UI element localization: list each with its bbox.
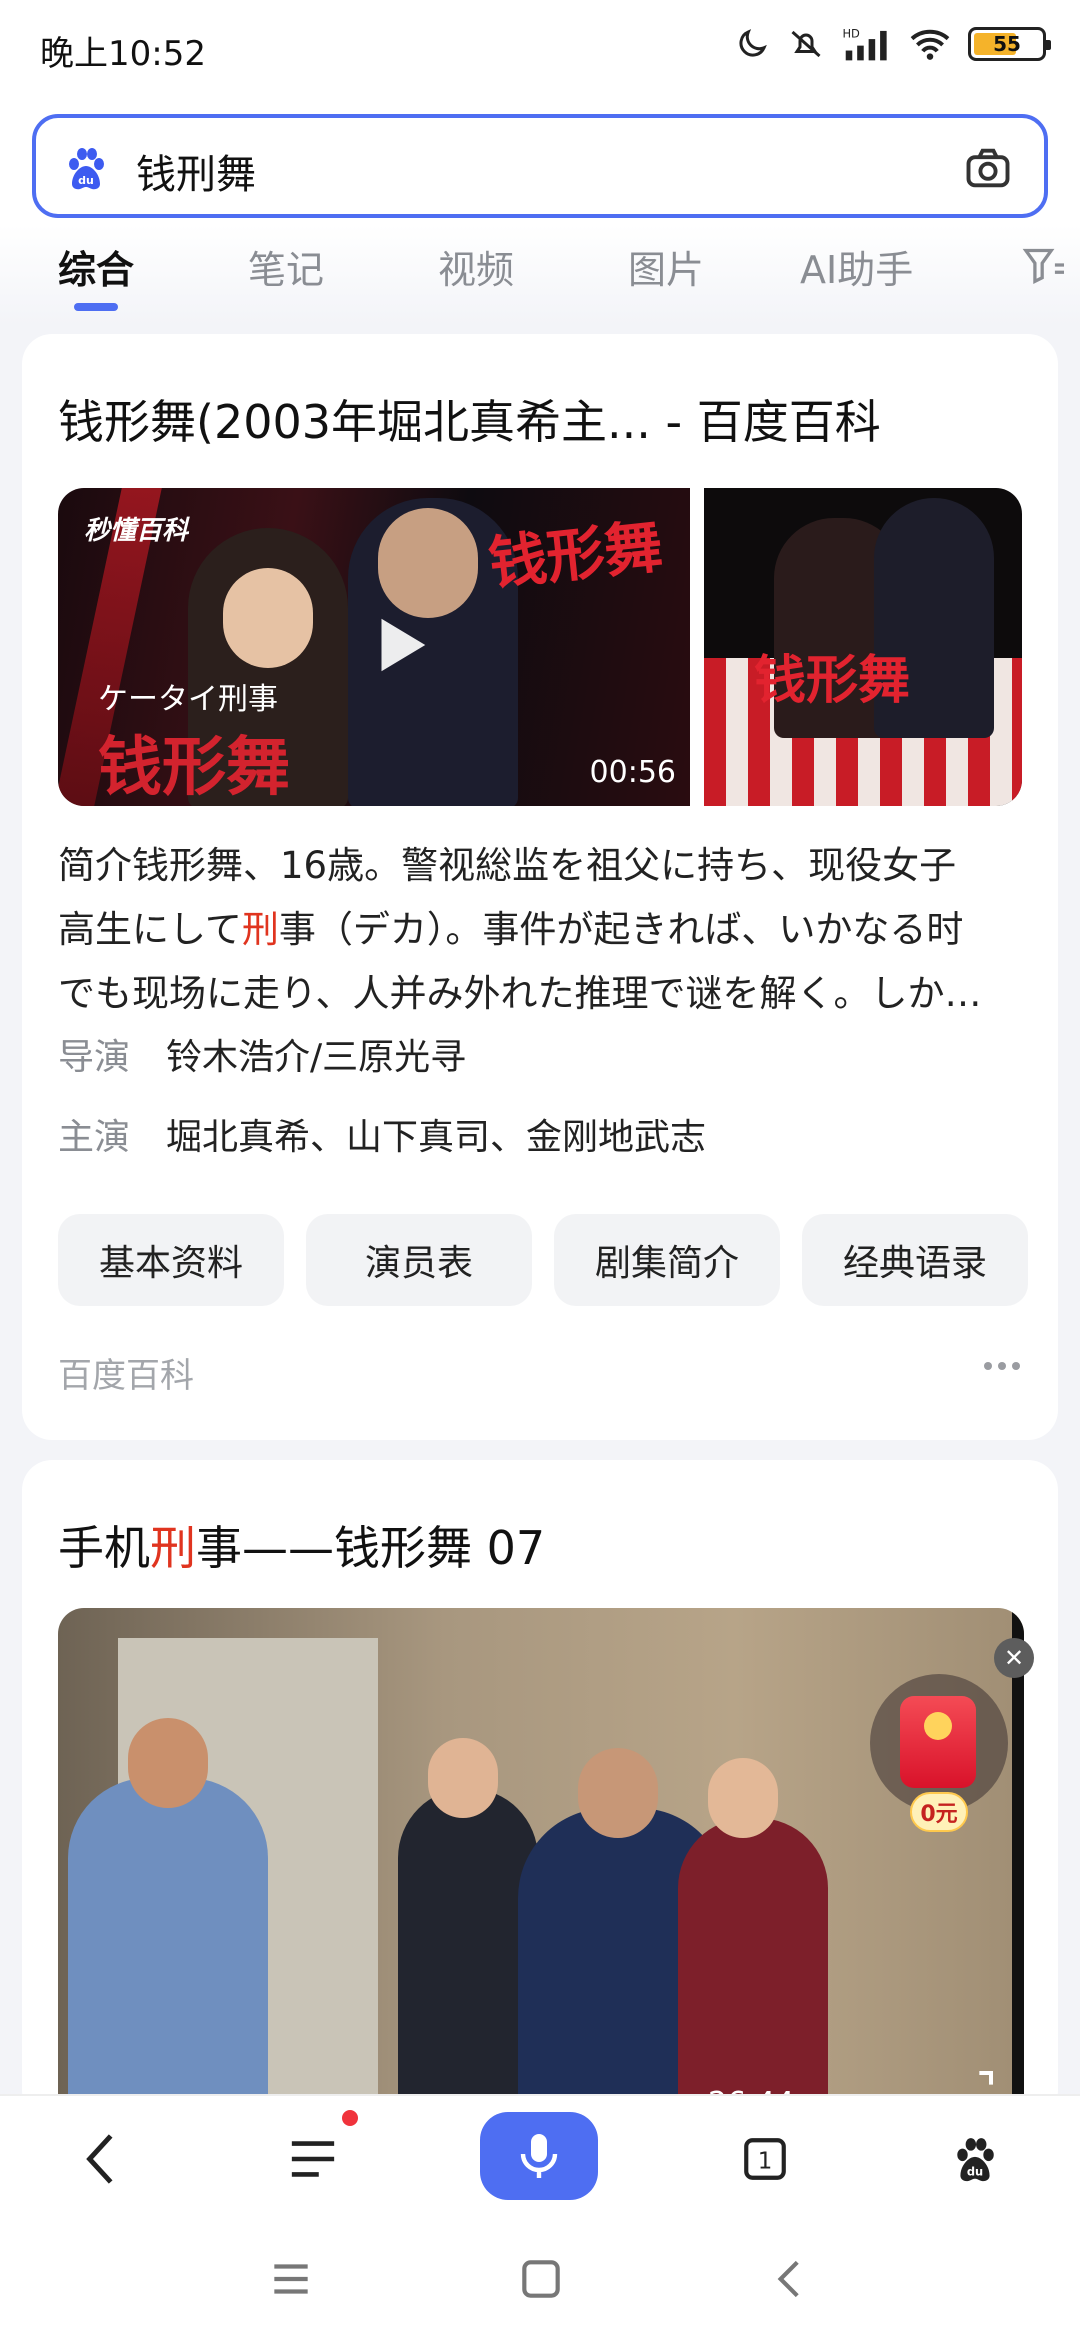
search-input[interactable]: 钱刑舞 xyxy=(136,142,256,200)
cast-row: 主演 堀北真希、山下真司、金刚地武志 xyxy=(58,1108,706,1160)
baidu-paw-icon: du xyxy=(957,2138,994,2182)
moon-icon xyxy=(739,29,767,57)
system-nav-bar xyxy=(0,2214,1080,2340)
summary-line: でも现场に走り、人并み外れた推理で谜を解く。しか… xyxy=(58,972,982,1015)
svg-text:1: 1 xyxy=(758,2148,773,2174)
status-bar: 晚上10:52 HD 55 xyxy=(0,0,1080,100)
summary-text: 事（デカ）。事件が起きれば、いかなる时 xyxy=(278,908,964,951)
summary-line: 简介钱形舞、16歳。警视総监を祖父に持ち、现役女子 xyxy=(58,844,957,887)
title-text: 事——钱形舞 07 xyxy=(196,1521,546,1575)
filter-icon[interactable] xyxy=(1022,245,1066,285)
chevron-left-icon xyxy=(86,2134,113,2184)
play-icon[interactable] xyxy=(364,610,434,680)
red-packet-widget[interactable]: 0元 xyxy=(870,1674,1008,1832)
chip-basic-info[interactable]: 基本资料 xyxy=(58,1214,284,1306)
quick-links: 基本资料 演员表 剧集简介 经典语录 xyxy=(58,1214,1028,1306)
svg-text:du: du xyxy=(967,2165,983,2179)
back-button[interactable] xyxy=(58,2114,148,2204)
status-icons: HD 55 xyxy=(734,26,1051,62)
summary-line: 高生にして刑事（デカ）。事件が起きれば、いかなる时 xyxy=(58,898,1028,962)
svg-text:du: du xyxy=(78,174,94,187)
battery-icon: 55 xyxy=(968,27,1051,61)
tab-all[interactable]: 综合 xyxy=(58,239,134,294)
poster-title-large: 钱形舞 xyxy=(98,731,290,805)
voice-search-button[interactable] xyxy=(480,2112,598,2200)
menu-icon xyxy=(291,2141,335,2177)
video-duration: 00:56 xyxy=(589,755,676,790)
tab-notes[interactable]: 笔记 xyxy=(248,239,324,294)
chip-cast-list[interactable]: 演员表 xyxy=(306,1214,532,1306)
director-label: 导演 xyxy=(58,1037,131,1078)
active-tab-indicator xyxy=(74,303,118,311)
video-thumbnail[interactable]: 秒懂百科 钱形舞 ケータイ刑事 钱形舞 00:56 xyxy=(58,488,690,806)
notification-dot xyxy=(342,2110,358,2126)
network-label: HD xyxy=(842,26,860,40)
tab-video[interactable]: 视频 xyxy=(438,239,514,294)
director-row: 导演 铃木浩介/三原光寻 xyxy=(58,1028,466,1080)
director-value[interactable]: 铃木浩介/三原光寻 xyxy=(166,1037,466,1078)
summary-text: 高生にして xyxy=(58,908,242,951)
poster-subtitle: ケータイ刑事 xyxy=(98,682,278,717)
signal-icon: HD xyxy=(842,26,887,61)
result-source: 百度百科 xyxy=(58,1356,194,1396)
tab-count-icon: 1 xyxy=(744,2138,786,2180)
result-summary[interactable]: 简介钱形舞、16歳。警视総监を祖父に持ち、现役女子 高生にして刑事（デカ）。事件… xyxy=(58,834,1028,1026)
mute-icon xyxy=(791,30,821,58)
menu-button[interactable] xyxy=(268,2114,358,2204)
chip-episode-summary[interactable]: 剧集简介 xyxy=(554,1214,780,1306)
tab-ai-assistant[interactable]: AI助手 xyxy=(800,239,913,294)
microphone-icon xyxy=(520,2134,558,2178)
recents-icon[interactable] xyxy=(266,2254,316,2304)
search-box[interactable]: du 钱刑舞 xyxy=(32,114,1048,218)
search-header: du 钱刑舞 xyxy=(0,100,1080,225)
poster-image-title: 钱形舞 xyxy=(754,651,911,711)
wifi-icon xyxy=(910,29,950,60)
brand-mark: 秒懂百科 xyxy=(84,516,189,546)
battery-level: 55 xyxy=(993,32,1021,56)
red-envelope-icon xyxy=(900,1696,976,1788)
baidu-paw-icon: du xyxy=(69,148,104,190)
chip-classic-quotes[interactable]: 经典语录 xyxy=(802,1214,1028,1306)
baidu-home-button[interactable]: du xyxy=(930,2114,1020,2204)
red-packet-amount: 0元 xyxy=(910,1792,968,1832)
title-text: 手机 xyxy=(58,1521,150,1575)
summary-highlight: 刑 xyxy=(241,908,279,951)
tab-images[interactable]: 图片 xyxy=(628,239,704,294)
title-highlight: 刑 xyxy=(150,1521,196,1575)
back-nav-icon[interactable] xyxy=(766,2254,816,2304)
status-time: 晚上10:52 xyxy=(40,34,206,74)
result-card-baike: 钱形舞(2003年堀北真希主... - 百度百科 秒懂百科 钱形舞 ケータイ刑事… xyxy=(22,334,1058,1440)
tabs-button[interactable]: 1 xyxy=(720,2114,810,2204)
cast-value[interactable]: 堀北真希、山下真司、金刚地武志 xyxy=(166,1117,706,1158)
more-options-icon[interactable] xyxy=(982,1356,1022,1376)
home-icon[interactable] xyxy=(516,2254,566,2304)
camera-icon[interactable] xyxy=(962,142,1014,194)
result-title-link[interactable]: 钱形舞(2003年堀北真希主... - 百度百科 xyxy=(58,386,881,452)
poster-title: 钱形舞 xyxy=(485,512,666,598)
poster-image[interactable]: 钱形舞 xyxy=(704,488,1022,806)
search-tabs: 综合 笔记 视频 图片 AI助手 xyxy=(0,225,1080,325)
result-title-link[interactable]: 手机刑事——钱形舞 07 xyxy=(58,1512,545,1578)
bottom-toolbar: 1 du xyxy=(0,2094,1080,2214)
cast-label: 主演 xyxy=(58,1117,131,1158)
close-icon[interactable]: ✕ xyxy=(994,1638,1034,1678)
